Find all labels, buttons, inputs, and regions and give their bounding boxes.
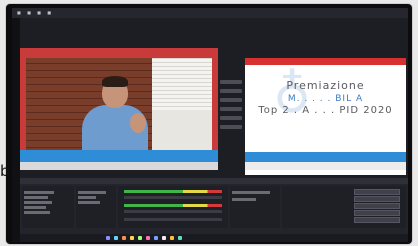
taskbar-app-icon[interactable] [114, 236, 118, 240]
source-row[interactable] [78, 201, 100, 204]
scene-transitions-dock [230, 186, 280, 228]
taskbar-app-icon[interactable] [170, 236, 174, 240]
taskbar-app-icon[interactable] [154, 236, 158, 240]
scene-row[interactable] [24, 211, 50, 214]
program-bottom-bar [245, 152, 406, 162]
controls-dock [282, 186, 406, 228]
control-button[interactable] [354, 210, 400, 216]
taskbar-app-icon[interactable] [146, 236, 150, 240]
scene-row[interactable] [24, 191, 54, 194]
transition-button[interactable] [220, 116, 242, 120]
transition-button[interactable] [220, 89, 242, 93]
source-row[interactable] [78, 191, 106, 194]
audio-meter [124, 190, 222, 193]
preview-video[interactable] [26, 58, 212, 154]
preview-bottom-bar [20, 150, 218, 162]
program-lower-strip [245, 162, 406, 170]
menu-bar: ■ ■ ■ ■ [12, 8, 408, 18]
sources-list[interactable] [76, 186, 116, 228]
transition-controls [218, 80, 244, 150]
person-hand [130, 113, 146, 133]
taskbar-app-icon[interactable] [138, 236, 142, 240]
transition-duration[interactable] [232, 198, 256, 201]
obs-window: ■ ■ ■ ■ ♁ Premiazione M. . . . . BIL A T… [12, 8, 408, 242]
taskbar-app-icon[interactable] [162, 236, 166, 240]
left-edge [12, 8, 20, 242]
audio-meter [124, 204, 222, 207]
menu-dot[interactable]: ■ [47, 10, 51, 15]
taskbar-app-icon[interactable] [122, 236, 126, 240]
scene-row[interactable] [24, 206, 46, 209]
transition-button[interactable] [220, 80, 242, 84]
program-title: Premiazione [286, 79, 365, 92]
control-button[interactable] [354, 203, 400, 209]
scene-row[interactable] [24, 196, 48, 199]
bottom-docks [20, 178, 408, 234]
preview-lower-strip [20, 162, 218, 170]
docks-header [20, 178, 408, 184]
program-line: Top 2 . A . . . PID 2020 [258, 105, 393, 116]
taskbar-app-icon[interactable] [130, 236, 134, 240]
transition-button[interactable] [220, 107, 242, 111]
transition-select[interactable] [232, 191, 270, 194]
control-button[interactable] [354, 196, 400, 202]
menu-dot[interactable]: ■ [37, 10, 41, 15]
taskbar-app-icon[interactable] [178, 236, 182, 240]
menu-dot[interactable]: ■ [27, 10, 31, 15]
side-letter: b [0, 162, 10, 180]
source-row[interactable] [78, 196, 96, 199]
control-button[interactable] [354, 189, 400, 195]
status-bar [20, 234, 408, 242]
scene-row[interactable] [24, 201, 52, 204]
menu-dot[interactable]: ■ [17, 10, 21, 15]
scenes-list[interactable] [22, 186, 74, 228]
transition-button[interactable] [220, 125, 242, 129]
audio-meter [124, 218, 222, 221]
audio-meter [124, 196, 222, 199]
window-blinds [152, 58, 212, 110]
audio-mixer [118, 186, 228, 228]
program-subtitle: M. . . . . BIL A [287, 94, 364, 104]
taskbar-app-icon[interactable] [106, 236, 110, 240]
person-hair [102, 76, 128, 87]
control-button[interactable] [354, 217, 400, 223]
transition-button[interactable] [220, 98, 242, 102]
audio-meter [124, 210, 222, 213]
